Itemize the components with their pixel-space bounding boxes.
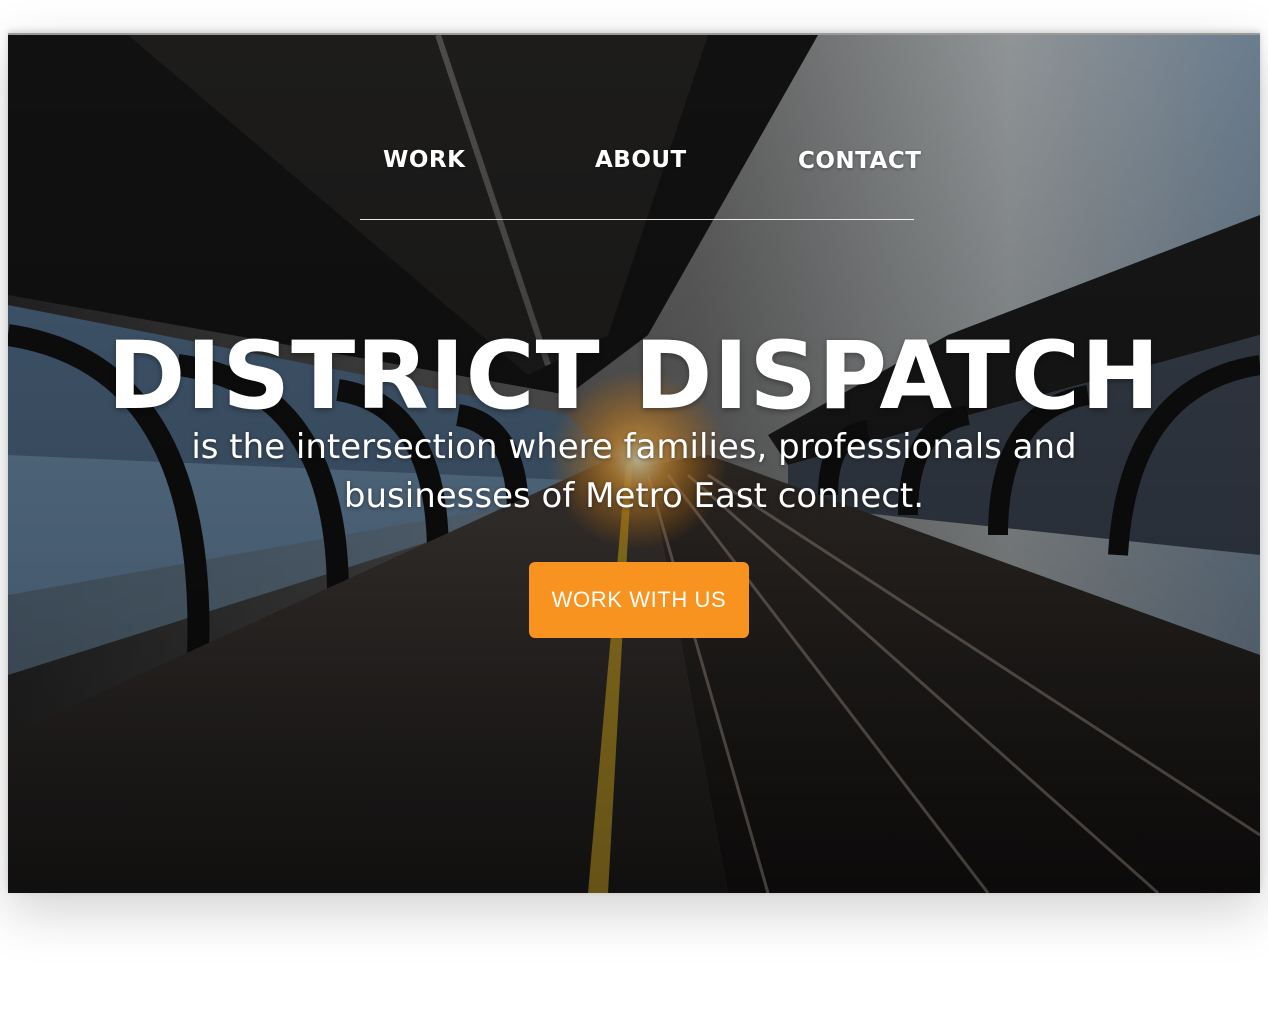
hero-section: WORK ABOUT CONTACT DISTRICT DISPATCH is … [8, 33, 1260, 893]
nav-link-work[interactable]: WORK [383, 147, 465, 173]
work-with-us-button[interactable]: WORK WITH US [529, 562, 749, 638]
hero-title: DISTRICT DISPATCH [107, 322, 1161, 431]
main-nav: WORK ABOUT CONTACT [360, 141, 921, 220]
nav-link-about[interactable]: ABOUT [595, 147, 687, 173]
nav-link-contact[interactable]: CONTACT [798, 148, 921, 174]
hero-tagline: is the intersection where families, prof… [191, 427, 1077, 516]
